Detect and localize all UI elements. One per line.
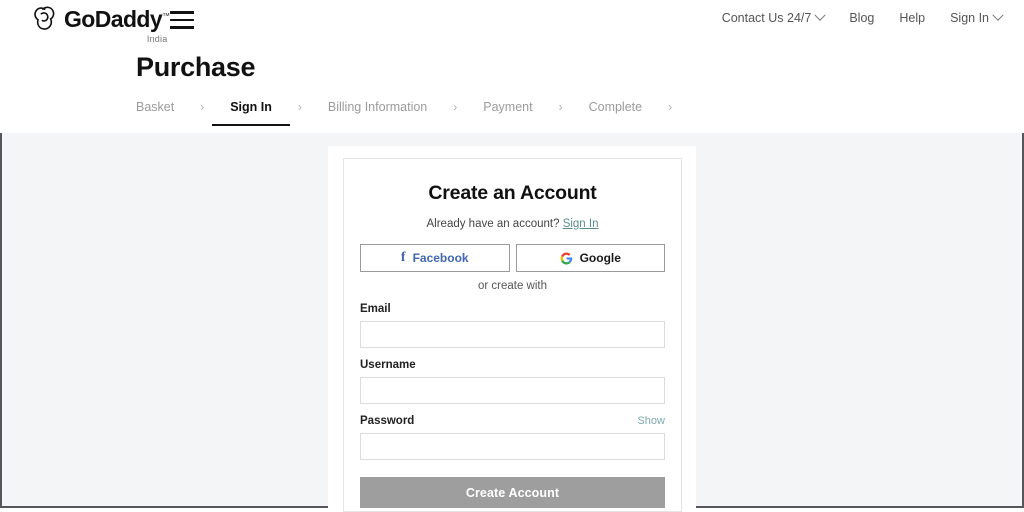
nav-item-contact-us[interactable]: Contact Us 24/7 (721, 9, 826, 25)
site-header: GoDaddy™ India Contact Us 24/7 Blog Help (0, 0, 1024, 133)
step-sign-in[interactable]: Sign In (212, 100, 290, 126)
field-label-email: Email (360, 303, 391, 315)
hamburger-bar-2 (170, 18, 194, 22)
step-basket[interactable]: Basket (136, 100, 174, 126)
step-billing-information[interactable]: Billing Information (328, 100, 427, 126)
show-password-toggle[interactable]: Show (637, 415, 665, 427)
username-input[interactable] (360, 377, 665, 404)
step-separator-3: › (453, 100, 458, 114)
facebook-button-label: Facebook (412, 251, 469, 265)
step-separator-4: › (558, 100, 563, 114)
google-icon (560, 252, 572, 264)
create-account-card: Create an Account Already have an accoun… (343, 158, 682, 512)
card-title: Create an Account (428, 182, 597, 204)
godaddy-heart-icon (34, 6, 55, 30)
step-separator-2: › (297, 100, 302, 114)
field-head-password: Password Show (360, 415, 665, 427)
page-title: Purchase (136, 52, 256, 82)
step-separator-1: › (200, 100, 205, 114)
existing-account-prompt: Already have an account? Sign In (360, 218, 665, 230)
hamburger-menu-icon[interactable] (170, 11, 194, 29)
logo-row: GoDaddy™ (32, 5, 170, 32)
godaddy-logo[interactable]: GoDaddy™ India (32, 5, 170, 44)
field-head-email: Email (360, 303, 665, 315)
nav-label-sign-in: Sign In (950, 11, 989, 25)
google-button-label: Google (579, 251, 621, 265)
top-navigation: Contact Us 24/7 Blog Help Sign In (721, 9, 1004, 25)
purchase-page: GoDaddy™ India Contact Us 24/7 Blog Help (0, 0, 1024, 512)
password-input[interactable] (360, 433, 665, 460)
field-label-password: Password (360, 415, 415, 427)
step-label-sign-in: Sign In (230, 100, 272, 114)
hamburger-bar-1 (170, 11, 194, 14)
step-label-complete: Complete (588, 100, 643, 114)
locale-label: India (146, 34, 168, 44)
field-head-username: Username (360, 359, 665, 371)
nav-item-sign-in[interactable]: Sign In (950, 9, 1004, 25)
create-account-button[interactable]: Create Account (360, 477, 665, 508)
checkout-progress-steps: Basket › Sign In › Billing Information ›… (136, 100, 698, 126)
google-login-button[interactable]: Google (515, 244, 665, 272)
sign-in-link[interactable]: Sign In (563, 218, 599, 230)
email-input[interactable] (360, 321, 665, 348)
existing-account-text: Already have an account? (426, 218, 560, 230)
header-top-bar: GoDaddy™ India Contact Us 24/7 Blog Help (0, 0, 1024, 47)
logo-trademark: ™ (162, 10, 170, 20)
field-username: Username (360, 359, 665, 404)
nav-item-help[interactable]: Help (899, 11, 925, 25)
signup-panel: Create an Account Already have an accoun… (328, 146, 696, 512)
step-separator-5: › (668, 100, 673, 114)
chevron-down-icon (992, 9, 1004, 21)
logo-wordmark: GoDaddy™ (64, 5, 170, 32)
hamburger-bar-3 (170, 26, 194, 29)
step-complete[interactable]: Complete (589, 100, 643, 126)
facebook-login-button[interactable]: f Facebook (360, 244, 510, 272)
social-login-row: f Facebook Google (360, 244, 665, 272)
nav-label-blog: Blog (849, 11, 875, 25)
nav-label-contact-us: Contact Us 24/7 (721, 11, 812, 25)
divider-text: or create with (477, 280, 548, 292)
nav-label-help: Help (899, 11, 926, 25)
field-email: Email (360, 303, 665, 348)
nav-item-blog[interactable]: Blog (849, 11, 874, 25)
facebook-icon: f (400, 250, 406, 265)
field-label-username: Username (360, 359, 416, 371)
step-label-basket: Basket (136, 100, 175, 114)
step-label-billing-information: Billing Information (327, 100, 428, 114)
page-body: Create an Account Already have an accoun… (0, 133, 1024, 512)
field-password: Password Show (360, 415, 665, 460)
chevron-down-icon (814, 9, 826, 21)
step-label-payment: Payment (483, 100, 533, 114)
step-payment[interactable]: Payment (483, 100, 532, 126)
